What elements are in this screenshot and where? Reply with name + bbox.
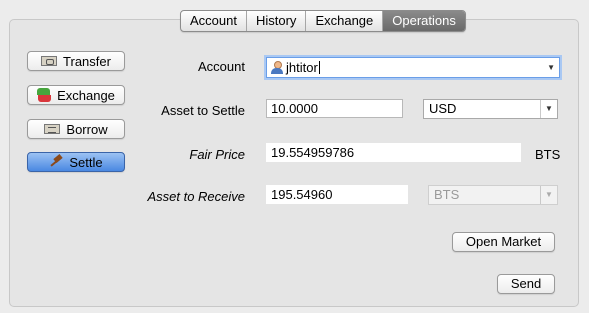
- borrow-button-label: Borrow: [66, 121, 108, 137]
- transfer-button[interactable]: Transfer: [27, 51, 125, 71]
- asset-to-receive-symbol: BTS: [434, 187, 460, 202]
- banknote-icon: [41, 56, 58, 66]
- operations-window: Account History Exchange Operations Tran…: [0, 0, 589, 313]
- asset-to-settle-label: Asset to Settle: [161, 103, 245, 118]
- settle-button-label: Settle: [69, 154, 103, 170]
- tab-account[interactable]: Account: [181, 11, 247, 31]
- account-field[interactable]: jhtitor ▼: [266, 57, 560, 78]
- account-dropdown-arrow-icon[interactable]: ▼: [547, 58, 555, 77]
- transfer-button-label: Transfer: [63, 53, 111, 69]
- account-label: Account: [198, 59, 245, 74]
- chevron-down-icon: ▼: [540, 100, 557, 118]
- asset-to-receive-select: BTS ▼: [428, 185, 558, 205]
- borrow-button[interactable]: Borrow: [27, 119, 125, 139]
- exchange-button[interactable]: Exchange: [27, 85, 125, 105]
- asset-to-receive-amount-field[interactable]: 195.54960: [266, 185, 408, 204]
- tab-history[interactable]: History: [247, 11, 307, 31]
- text-cursor: [318, 61, 320, 74]
- asset-to-receive-label: Asset to Receive: [147, 189, 245, 204]
- money-icon: [44, 124, 61, 134]
- gavel-icon: [49, 155, 63, 169]
- asset-to-settle-symbol: USD: [429, 101, 457, 116]
- exchange-icon: [37, 88, 52, 102]
- asset-to-settle-amount-input[interactable]: 10.0000: [266, 99, 403, 118]
- tab-bar: Account History Exchange Operations: [180, 10, 466, 32]
- tab-exchange[interactable]: Exchange: [306, 11, 384, 31]
- send-button[interactable]: Send: [497, 274, 555, 294]
- fair-price-unit: BTS: [535, 147, 561, 162]
- user-icon: [271, 61, 283, 74]
- account-value: jhtitor: [286, 60, 318, 75]
- chevron-down-icon: ▼: [540, 186, 557, 204]
- tab-operations[interactable]: Operations: [383, 11, 465, 31]
- open-market-button[interactable]: Open Market: [452, 232, 555, 252]
- exchange-button-label: Exchange: [57, 87, 115, 103]
- fair-price-label: Fair Price: [189, 147, 245, 162]
- settle-button[interactable]: Settle: [27, 152, 125, 172]
- fair-price-field[interactable]: 19.554959786: [266, 143, 521, 162]
- asset-to-settle-select[interactable]: USD ▼: [423, 99, 558, 119]
